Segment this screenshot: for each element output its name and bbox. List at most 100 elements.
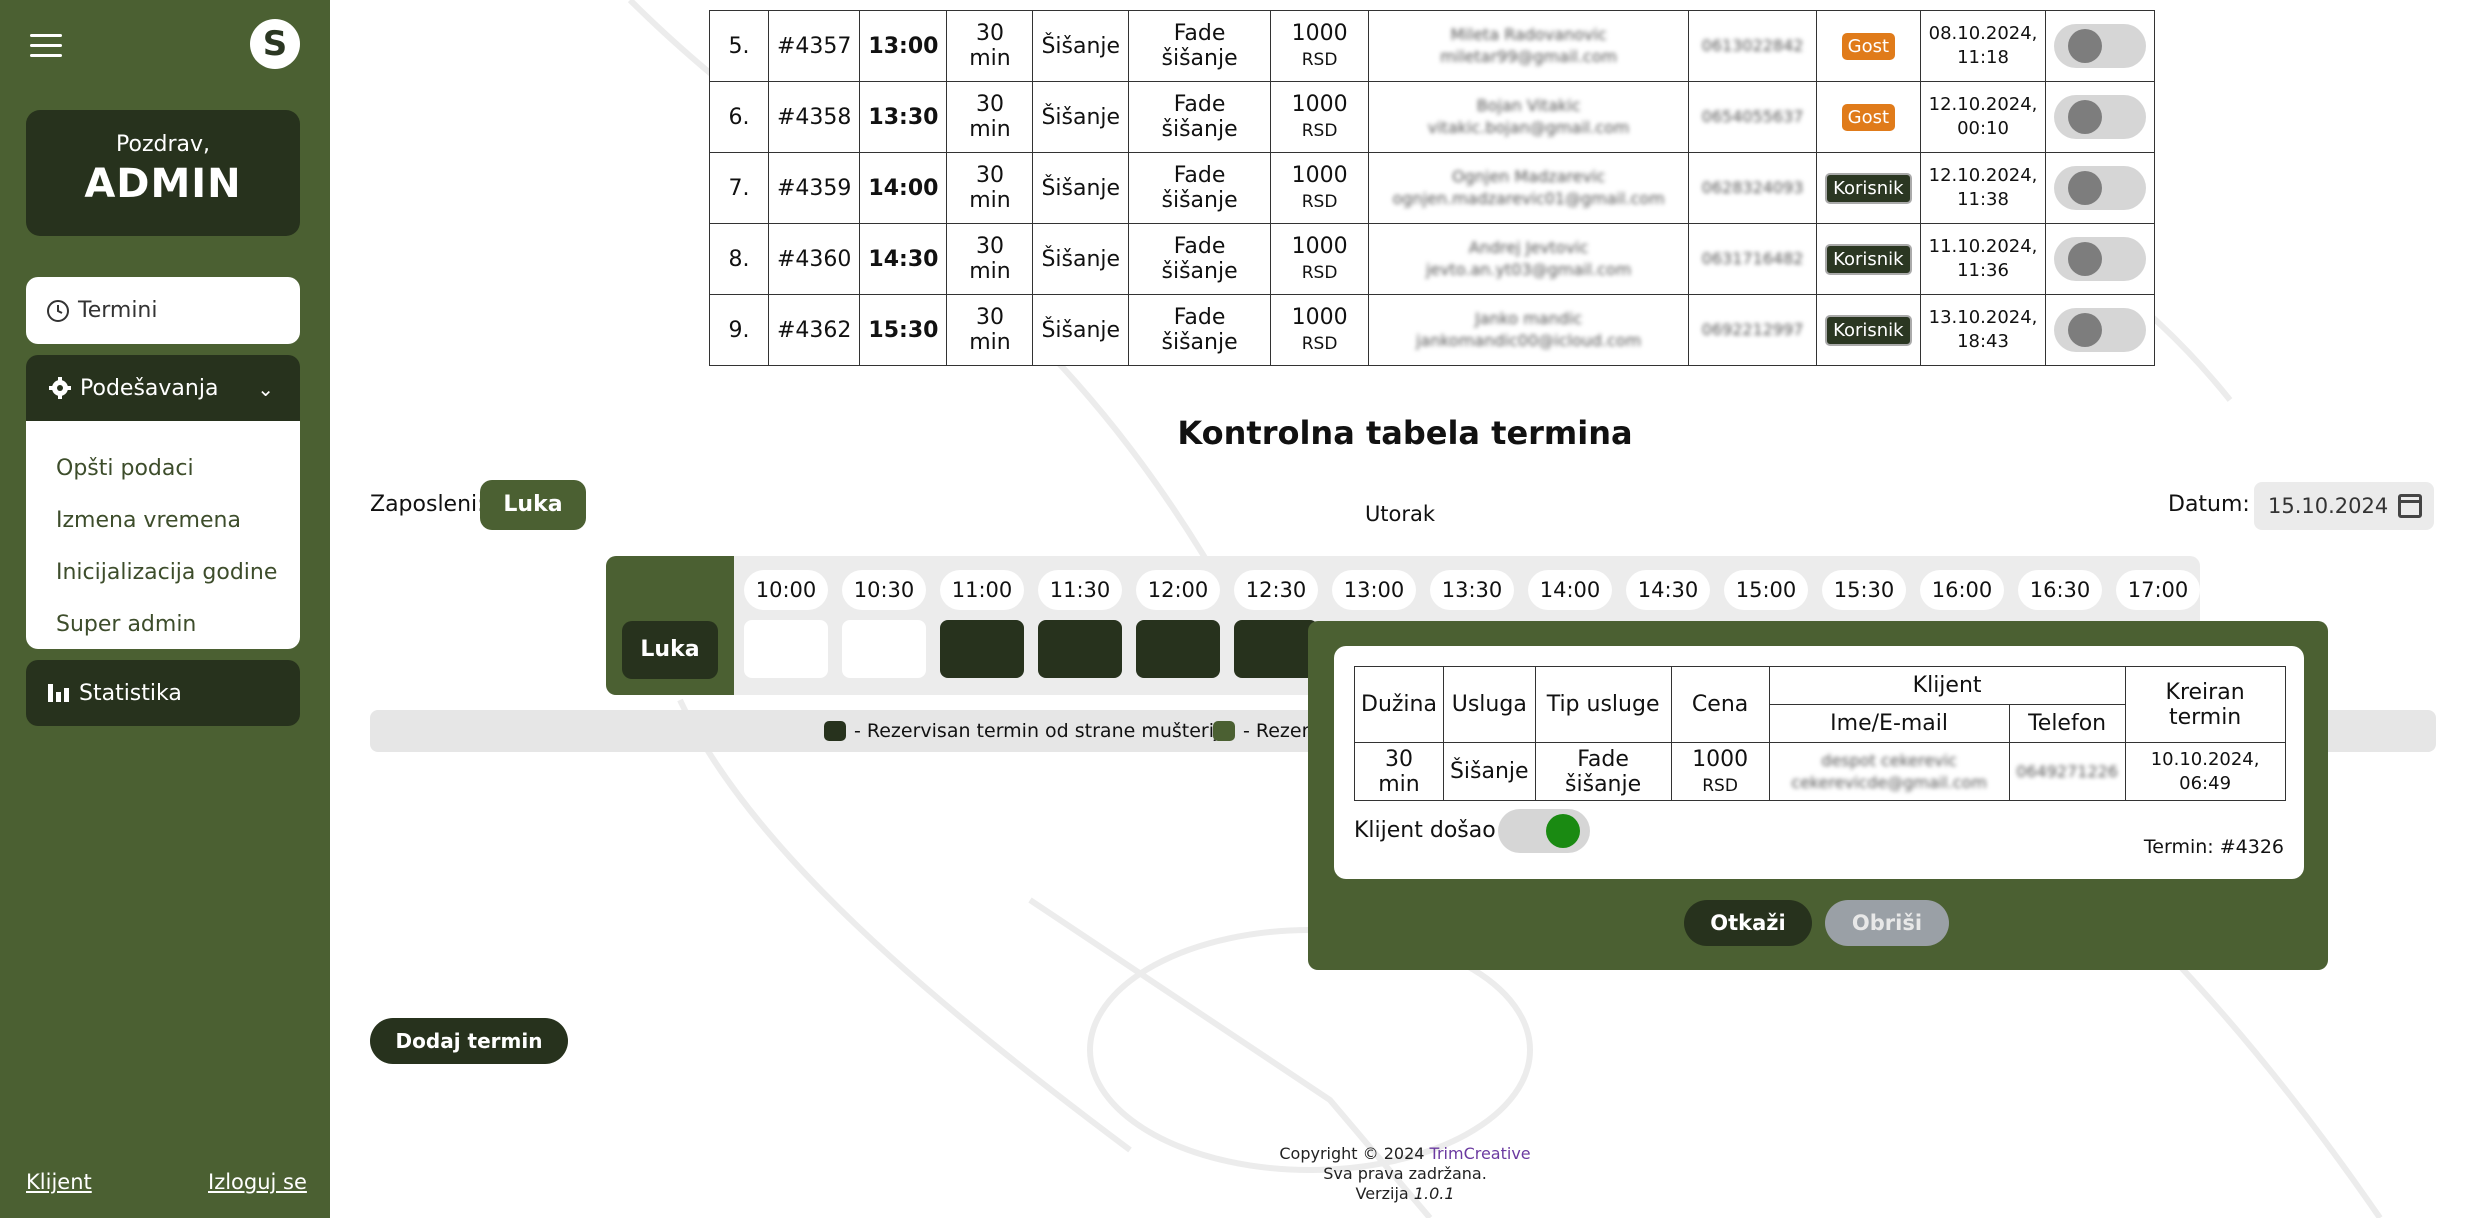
version-label: Verzija [1355,1184,1409,1203]
nav-podesavanja[interactable]: Podešavanja ⌄ [26,355,300,421]
time-header: 14:30 [1626,570,1710,610]
cell-service: Šišanje [1032,294,1130,366]
client-arrived-toggle[interactable] [2054,166,2147,210]
price-amount: 1000 [1291,163,1348,188]
header-cena: Cena [1670,666,1770,743]
client-name: despot cekerevic [1821,750,1957,770]
time-header: 13:30 [1430,570,1514,610]
time-header: 17:00 [2116,570,2200,610]
logout-link[interactable]: Izloguj se [208,1170,307,1194]
client-email: cekerevicde@gmail.com [1791,772,1987,792]
calendar-icon[interactable] [2398,494,2422,518]
header-telefon: Telefon [2008,704,2126,743]
time-header: 10:00 [744,570,828,610]
created-time: 18:43 [1957,331,2009,352]
created-time: 00:10 [1957,118,2009,139]
submenu-inicijalizacija-godine[interactable]: Inicijalizacija godine [26,547,300,599]
cell-badge: Korisnik [1816,152,1921,224]
klijent-link[interactable]: Klijent [26,1170,92,1194]
created-date: 08.10.2024, [1928,23,2038,44]
header-usluga: Usluga [1442,666,1536,743]
created-time: 11:38 [1957,189,2009,210]
user-type-badge: Korisnik [1825,172,1912,204]
client-name: Mileta Radovanovic [1450,25,1607,44]
slot-reserved[interactable] [940,620,1024,678]
client-arrived-toggle[interactable] [2054,95,2147,139]
klijent-dosao-toggle[interactable] [1498,809,1590,853]
cell-service: Šišanje [1032,152,1130,224]
cell-id: #4359 [767,152,861,224]
cell-service-type: Fade šišanje [1128,10,1272,82]
cell-badge: Gost [1816,10,1921,82]
sidebar: S Pozdrav, ADMIN Termini Podešavanja ⌄ O… [0,0,330,1218]
submenu-opsti-podaci[interactable]: Opšti podaci [26,443,300,495]
delete-button[interactable]: Obriši [1825,900,1949,946]
value-usluga: Šišanje [1442,742,1536,801]
table-row: 7. #4359 14:00 30 min Šišanje Fade šišanje 100… [709,152,2156,224]
clock-icon [47,299,69,322]
cancel-button[interactable]: Otkaži [1684,900,1812,946]
slot-reserved[interactable] [1136,620,1220,678]
cell-number: 5. [709,10,769,82]
cell-price: 1000 RSD [1270,152,1370,224]
employee-select-button[interactable]: Luka [480,480,586,530]
submenu-super-admin[interactable]: Super admin [26,599,300,651]
client-arrived-toggle[interactable] [2054,24,2147,68]
value-tip: Fade šišanje [1534,742,1672,801]
created-time: 11:36 [1957,260,2009,281]
cell-arrived [2045,81,2156,153]
slot-free[interactable] [842,620,926,678]
date-input[interactable]: 15.10.2024 [2254,482,2434,530]
brand-link[interactable]: TrimCreative [1430,1144,1531,1163]
time-header: 11:00 [940,570,1024,610]
cell-time: 13:30 [859,81,948,153]
created-date: 13.10.2024, [1928,307,2038,328]
time-header: 12:00 [1136,570,1220,610]
client-arrived-toggle[interactable] [2054,237,2147,281]
cell-service: Šišanje [1032,10,1130,82]
value-ime-email: despot cekerevic cekerevicde@gmail.com [1768,742,2010,801]
legend-item-reserved-client: - Rezervisan termin od strane mušterije [824,720,1231,742]
appointment-detail-modal: Dužina Usluga Tip usluge Cena Klijent Kr… [1308,621,2328,970]
created-time: 06:49 [2179,772,2232,794]
client-email: jankomandic00@icloud.com [1415,331,1642,350]
cell-phone: 0631716482 [1688,223,1818,295]
created-date: 12.10.2024, [1928,165,2038,186]
cell-arrived [2045,223,2156,295]
cell-id: #4358 [767,81,861,153]
cell-service: Šišanje [1032,81,1130,153]
table-row: 6. #4358 13:30 30 min Šišanje Fade šišanje 100… [709,81,2156,153]
price-currency: RSD [1301,50,1338,70]
cell-time: 15:30 [859,294,948,366]
client-name: Janko mandic [1474,309,1583,328]
client-arrived-toggle[interactable] [2054,308,2147,352]
slot-reserved[interactable] [1234,620,1318,678]
value-duzina: 30 min [1354,742,1444,801]
nav-podesavanja-label: Podešavanja [80,375,219,401]
header-duzina: Dužina [1354,666,1444,743]
slot-reserved[interactable] [1038,620,1122,678]
cell-client: Andrej Jevtovic jevto.an.yt03@gmail.com [1368,223,1690,295]
cell-phone: 0613022842 [1688,10,1818,82]
hamburger-menu-icon[interactable] [30,34,62,58]
klijent-dosao-label: Klijent došao [1354,818,1496,843]
price-amount: 1000 [1291,21,1348,46]
datum-label: Datum: [2168,492,2250,517]
nav-statistika[interactable]: Statistika [26,660,300,726]
cell-phone: 0654055637 [1688,81,1818,153]
cell-created: 13.10.2024, 18:43 [1919,294,2047,366]
nav-termini[interactable]: Termini [26,277,300,344]
legend-swatch-green [1213,721,1235,741]
slot-free[interactable] [744,620,828,678]
add-appointment-button[interactable]: Dodaj termin [370,1018,568,1064]
cell-duration: 30 min [946,152,1034,224]
user-type-badge: Gost [1841,32,1896,60]
submenu-izmena-vremena[interactable]: Izmena vremena [26,495,300,547]
control-table-title: Kontrolna tabela termina [1177,414,1633,452]
price-amount: 1000 [1291,92,1348,117]
cell-service-type: Fade šišanje [1128,223,1272,295]
created-date: 11.10.2024, [1928,236,2038,257]
cell-created: 11.10.2024, 11:36 [1919,223,2047,295]
header-tip-usluge: Tip usluge [1534,666,1672,743]
time-header: 12:30 [1234,570,1318,610]
